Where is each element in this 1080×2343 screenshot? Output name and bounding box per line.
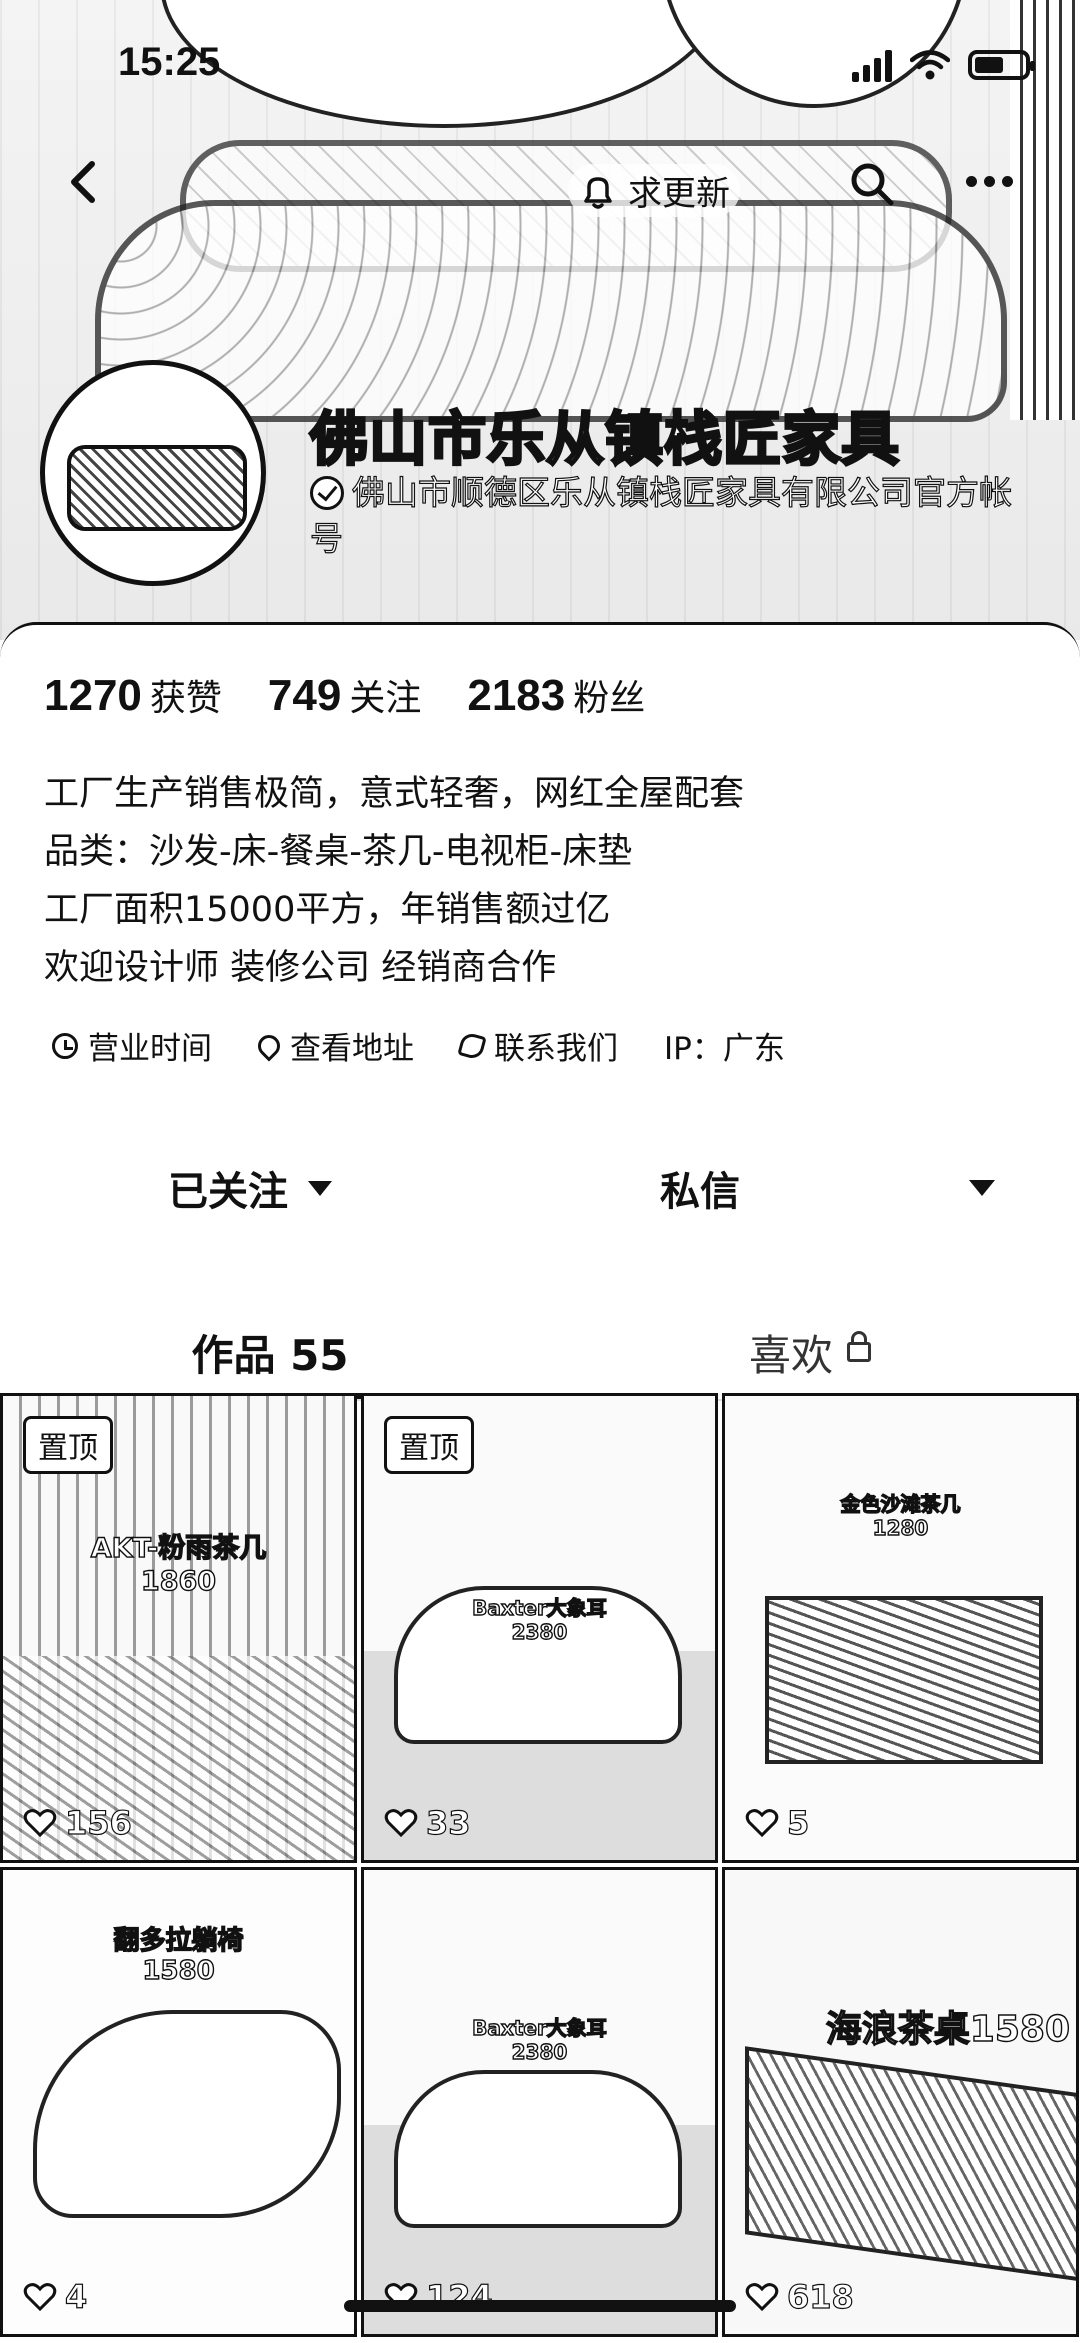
content-tabs: 作品 55 喜欢	[0, 1305, 1080, 1401]
work-tile[interactable]: Baxter大象耳 2380 124	[361, 1867, 718, 2337]
work-price: 1280	[872, 1515, 929, 1540]
avatar-sofa-image	[67, 445, 247, 531]
contact-us-label: 联系我们	[494, 1031, 618, 1067]
profile-meta: 营业时间 查看地址 联系我们 IP：广东	[52, 1023, 785, 1068]
more-icon[interactable]	[966, 176, 1013, 187]
work-thumbnail-bed	[394, 2070, 682, 2228]
phone-icon	[457, 1030, 487, 1061]
work-likes-count: 618	[786, 2277, 854, 2316]
work-likes-count: 156	[64, 1803, 132, 1842]
location-pin-icon	[253, 1029, 285, 1062]
status-icons	[852, 48, 1035, 82]
work-likes: 33	[384, 1803, 471, 1843]
work-likes-count: 33	[425, 1803, 471, 1842]
work-price: 2380	[511, 2039, 568, 2064]
profile-bio: 工厂生产销售极简，意式轻奢，网红全屋配套 品类：沙发-床-餐桌-茶几-电视柜-床…	[44, 765, 744, 997]
heart-icon	[745, 1809, 779, 1838]
work-tile[interactable]: 置顶 Baxter大象耳 2380 33	[361, 1393, 718, 1863]
pinned-badge: 置顶	[384, 1416, 474, 1474]
signal-icon	[852, 48, 892, 82]
view-address-link[interactable]: 查看地址	[253, 1023, 414, 1068]
work-tile[interactable]: 翻多拉躺椅 1580 4	[0, 1867, 357, 2337]
message-button[interactable]: 私信	[500, 1133, 900, 1243]
stat-value: 749	[267, 671, 342, 720]
bio-line: 欢迎设计师 装修公司 经销商合作	[44, 948, 557, 988]
action-buttons: 已关注 私信	[0, 1133, 1080, 1243]
tab-likes-label: 喜欢	[748, 1330, 833, 1380]
stat-value: 1270	[44, 671, 142, 720]
work-title: 翻多拉躺椅	[113, 1925, 244, 1956]
work-tile[interactable]: 金色沙滩茶几 1280 5	[722, 1393, 1079, 1863]
tab-works-label: 作品 55	[191, 1330, 349, 1380]
work-title: 金色沙滩茶几	[840, 1491, 961, 1516]
verified-check-icon	[310, 476, 344, 510]
request-update-label: 求更新	[628, 174, 730, 214]
profile-stats: 1270 获赞 749 关注 2183 粉丝	[44, 669, 645, 721]
work-title: AKT-粉雨茶几	[90, 1532, 267, 1564]
caret-down-icon	[308, 1180, 332, 1196]
work-tile[interactable]: 海浪茶桌1580 618	[722, 1867, 1079, 2337]
heart-icon	[23, 1809, 57, 1838]
profile-name: 佛山市乐从镇栈匠家具	[308, 404, 901, 475]
bio-line: 品类：沙发-床-餐桌-茶几-电视柜-床垫	[44, 832, 633, 872]
request-update-button[interactable]: 求更新	[568, 164, 740, 217]
work-likes: 4	[23, 2277, 88, 2317]
work-likes: 156	[23, 1803, 132, 1843]
verified-label: 佛山市顺德区乐从镇栈匠家具有限公司官方帐号	[309, 470, 1040, 562]
followed-button[interactable]: 已关注	[40, 1133, 460, 1243]
bio-line: 工厂面积15000平方，年销售额过亿	[44, 890, 611, 930]
works-grid: 置顶 AKT-粉雨茶几 1860 156 置顶 Baxter大象耳 2380 3…	[0, 1393, 1080, 2343]
work-likes-count: 4	[64, 2277, 88, 2316]
stat-label: 关注	[349, 678, 422, 719]
banner-lamp	[160, 0, 728, 128]
followed-label: 已关注	[168, 1169, 288, 1215]
battery-icon	[968, 50, 1035, 80]
ip-location: IP：广东	[664, 1023, 785, 1068]
work-likes-count: 5	[786, 1803, 810, 1842]
work-price: 1860	[140, 1565, 217, 1597]
work-likes: 618	[745, 2277, 854, 2317]
view-address-label: 查看地址	[290, 1031, 414, 1067]
profile-card: 1270 获赞 749 关注 2183 粉丝 工厂生产销售极简，意式轻奢，网红全屋配套…	[0, 622, 1080, 2340]
work-title: Baxter大象耳	[471, 2015, 607, 2040]
contact-us-link[interactable]: 联系我们	[457, 1023, 618, 1068]
pinned-badge: 置顶	[23, 1416, 113, 1474]
bio-line: 工厂生产销售极简，意式轻奢，网红全屋配套	[44, 774, 745, 814]
stat-likes[interactable]: 1270 获赞	[44, 669, 222, 721]
status-time: 15:25	[118, 40, 221, 84]
message-label: 私信	[660, 1169, 740, 1215]
verified-text: 佛山市顺德区乐从镇栈匠家具有限公司官方帐号	[309, 472, 1012, 558]
work-price: 1580	[142, 1955, 216, 1986]
banner-sofa	[95, 200, 1007, 422]
wifi-icon	[910, 50, 950, 80]
work-thumbnail-table	[765, 1596, 1043, 1764]
back-icon[interactable]	[62, 160, 106, 204]
stat-label: 粉丝	[573, 678, 646, 719]
tab-works[interactable]: 作品 55	[0, 1305, 540, 1399]
stat-label: 获赞	[149, 678, 222, 719]
heart-icon	[384, 1809, 418, 1838]
tab-likes[interactable]: 喜欢	[540, 1305, 1080, 1399]
work-tile[interactable]: 置顶 AKT-粉雨茶几 1860 156	[0, 1393, 357, 1863]
heart-icon	[23, 2283, 57, 2312]
work-price: 2380	[511, 1619, 568, 1644]
business-hours-link[interactable]: 营业时间	[52, 1023, 212, 1068]
ip-location-label: IP：广东	[664, 1031, 785, 1067]
stat-followers[interactable]: 2183 粉丝	[467, 669, 645, 721]
heart-icon	[745, 2283, 779, 2312]
work-title: 海浪茶桌1580	[825, 2008, 1071, 2050]
work-likes: 5	[745, 1803, 810, 1843]
work-title: Baxter大象耳	[471, 1595, 607, 1620]
stat-value: 2183	[467, 671, 566, 720]
home-indicator[interactable]	[344, 2300, 736, 2312]
search-icon[interactable]	[848, 160, 896, 208]
lock-icon	[847, 1331, 871, 1362]
stat-following[interactable]: 749 关注	[268, 669, 421, 721]
bell-icon	[584, 176, 612, 209]
caret-down-icon	[969, 1180, 995, 1196]
more-actions-button[interactable]	[932, 1133, 1032, 1243]
clock-icon	[52, 1032, 78, 1059]
business-hours-label: 营业时间	[88, 1031, 212, 1067]
avatar[interactable]	[40, 360, 266, 586]
